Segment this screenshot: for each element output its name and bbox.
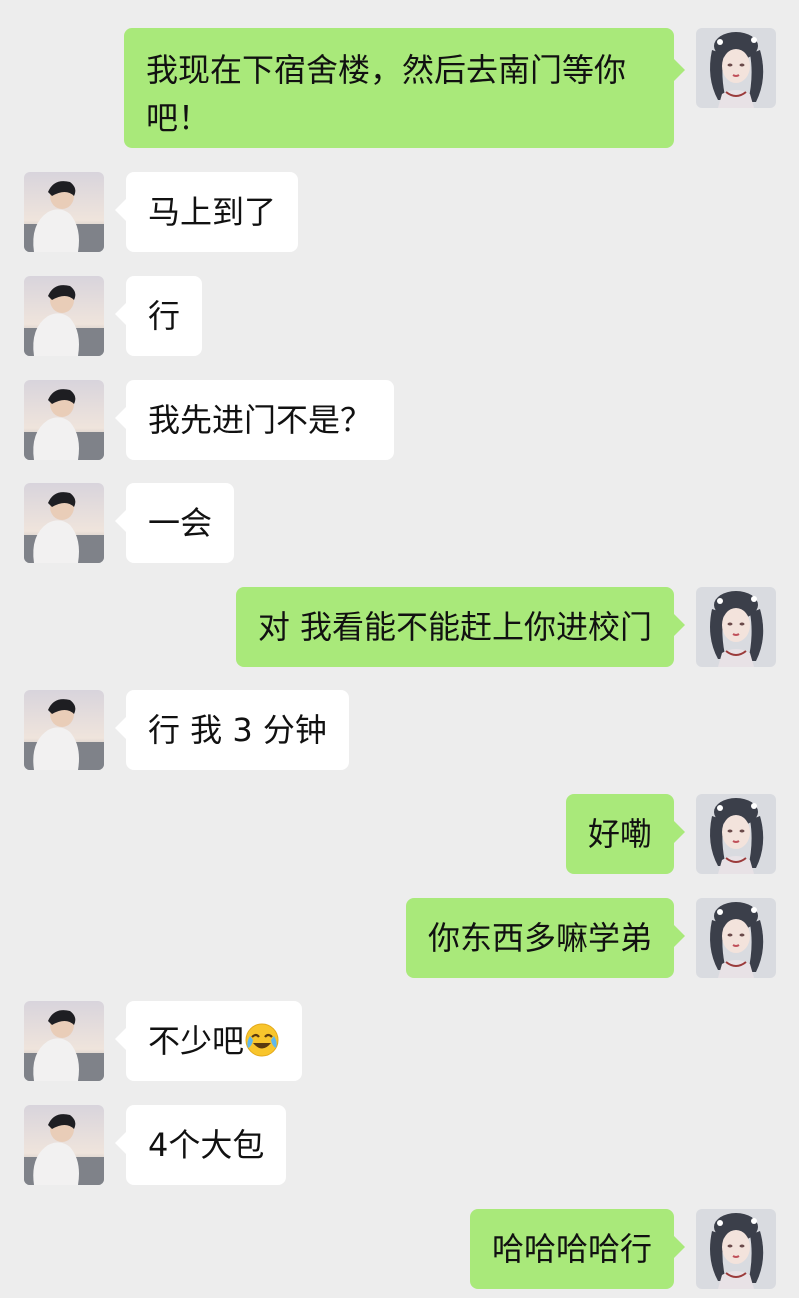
contact-avatar[interactable]: [24, 1105, 104, 1185]
message-bubble[interactable]: 我先进门不是？: [126, 380, 395, 460]
message-bubble[interactable]: 马上到了: [126, 172, 299, 252]
message-text: 我现在下宿舍楼，然后去南门等你吧！: [146, 51, 627, 137]
bubble-tail: [673, 613, 685, 637]
message-bubble[interactable]: 好嘞: [565, 794, 674, 874]
contact-avatar[interactable]: [24, 483, 104, 563]
message-outgoing: 我现在下宿舍楼，然后去南门等你吧！: [0, 28, 799, 148]
message-text: 对 我看能不能赶上你进校门: [257, 608, 652, 646]
chat-area: 我现在下宿舍楼，然后去南门等你吧！ 马上到了 行 我先进门不是？ 一会 对 我看…: [0, 0, 799, 1298]
bubble-tail: [673, 924, 685, 948]
message-incoming: 行: [0, 276, 799, 356]
message-bubble[interactable]: 我现在下宿舍楼，然后去南门等你吧！: [124, 28, 674, 148]
message-bubble[interactable]: 你东西多嘛学弟: [405, 898, 674, 978]
message-incoming: 不少吧: [0, 1001, 799, 1081]
message-bubble[interactable]: 一会: [126, 483, 235, 563]
message-incoming: 行 我 3 分钟: [0, 690, 799, 770]
message-text: 行 我 3 分钟: [148, 711, 327, 749]
message-text: 4个大包: [148, 1126, 265, 1164]
self-avatar[interactable]: [696, 1209, 776, 1289]
message-text: 行: [148, 297, 181, 335]
self-avatar[interactable]: [696, 898, 776, 978]
message-text: 一会: [148, 504, 213, 542]
bubble-tail: [673, 1235, 685, 1259]
contact-avatar[interactable]: [24, 276, 104, 356]
message-bubble[interactable]: 对 我看能不能赶上你进校门: [235, 587, 674, 667]
message-outgoing: 你东西多嘛学弟: [0, 898, 799, 978]
contact-avatar[interactable]: [24, 172, 104, 252]
message-incoming: 马上到了: [0, 172, 799, 252]
message-text: 我先进门不是？: [148, 401, 373, 439]
message-outgoing: 哈哈哈哈行: [0, 1209, 799, 1289]
message-incoming: 我先进门不是？: [0, 380, 799, 460]
message-text: 好嘞: [587, 815, 652, 853]
message-bubble[interactable]: 哈哈哈哈行: [469, 1209, 674, 1289]
self-avatar[interactable]: [696, 28, 776, 108]
message-incoming: 一会: [0, 483, 799, 563]
message-text: 你东西多嘛学弟: [427, 919, 652, 957]
message-text: 不少吧: [148, 1022, 245, 1060]
message-incoming: 4个大包: [0, 1105, 799, 1185]
crying-laughing-emoji-icon: [244, 1022, 280, 1071]
message-text: 哈哈哈哈行: [491, 1230, 652, 1268]
bubble-tail: [673, 820, 685, 844]
message-text: 马上到了: [148, 193, 277, 231]
bubble-tail: [673, 58, 685, 82]
message-bubble[interactable]: 行: [126, 276, 203, 356]
message-bubble[interactable]: 4个大包: [126, 1105, 287, 1185]
contact-avatar[interactable]: [24, 1001, 104, 1081]
self-avatar[interactable]: [696, 587, 776, 667]
contact-avatar[interactable]: [24, 690, 104, 770]
message-outgoing: 对 我看能不能赶上你进校门: [0, 587, 799, 667]
self-avatar[interactable]: [696, 794, 776, 874]
message-outgoing: 好嘞: [0, 794, 799, 874]
message-bubble[interactable]: 不少吧: [126, 1001, 303, 1081]
contact-avatar[interactable]: [24, 380, 104, 460]
message-bubble[interactable]: 行 我 3 分钟: [126, 690, 349, 770]
